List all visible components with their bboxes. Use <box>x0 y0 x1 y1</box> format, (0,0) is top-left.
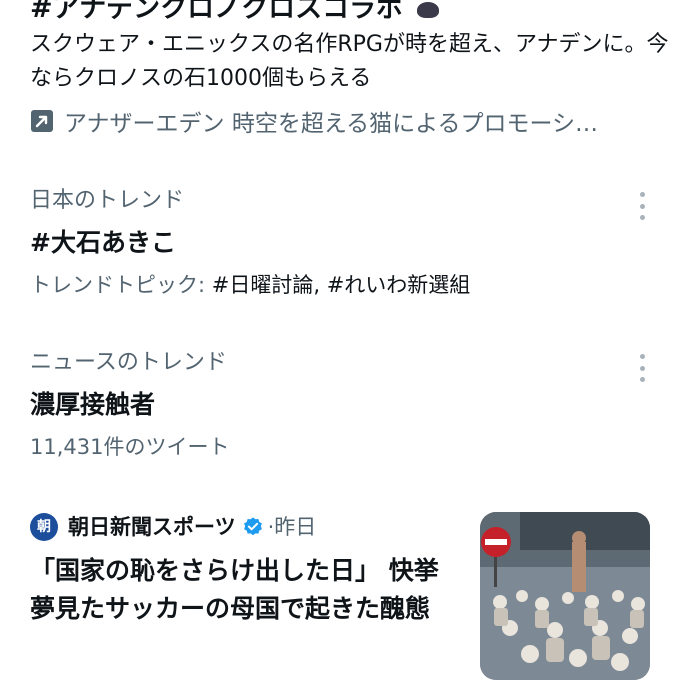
cat-emoji-icon <box>416 1 439 18</box>
promoted-by-line[interactable]: アナザーエデン 時空を超える猫によるプロモーシ… <box>30 104 598 138</box>
trend-topics: トレンドトピック: #日曜討論, #れいわ新選組 <box>30 270 660 300</box>
more-options-icon[interactable] <box>634 192 650 220</box>
promoted-trend-title[interactable]: #アナデンクロノクロスコラボ <box>30 0 439 25</box>
news-separator: · <box>267 515 275 539</box>
verified-badge-icon <box>243 517 262 536</box>
trend-name[interactable]: #大石あきこ <box>30 224 660 262</box>
trend-context: ニュースのトレンド <box>30 350 227 375</box>
trend-name[interactable]: 濃厚接触者 <box>30 386 660 424</box>
promoted-trend-hashtag: #アナデンクロノクロスコラボ <box>30 0 404 24</box>
news-timestamp: 昨日 <box>274 515 317 539</box>
news-source-avatar[interactable]: 朝 <box>30 513 58 541</box>
news-thumbnail-image[interactable] <box>480 512 650 680</box>
news-source-name[interactable]: 朝日新聞スポーツ <box>68 512 236 542</box>
promoted-trend-description: スクウェア・エニックスの名作RPGが時を超え、アナデンに。今ならクロノスの石10… <box>30 32 669 91</box>
promoted-arrow-icon <box>31 110 53 132</box>
trend-item[interactable]: 日本のトレンド #大石あきこ トレンドトピック: #日曜討論, #れいわ新選組 <box>30 186 660 300</box>
trend-tweet-count: 11,431件のツイート <box>30 435 230 459</box>
promoted-by-text: アナザーエデン 時空を超える猫によるプロモーシ… <box>64 111 599 137</box>
more-options-icon[interactable] <box>634 354 650 382</box>
news-item[interactable]: 朝 朝日新聞スポーツ · 昨日 「国家の恥をさらけ出した日」 快挙夢見たサッカー… <box>30 512 660 680</box>
trend-item[interactable]: ニュースのトレンド 濃厚接触者 11,431件のツイート <box>30 348 660 462</box>
trend-topics-values[interactable]: #日曜討論, #れいわ新選組 <box>212 273 471 297</box>
news-headline[interactable]: 「国家の恥をさらけ出した日」 快挙夢見たサッカーの母国で起きた醜態 <box>30 552 460 628</box>
trend-context: 日本のトレンド <box>30 188 185 213</box>
trend-topics-label: トレンドトピック: <box>30 273 212 297</box>
news-thumbnail-graphic <box>480 512 650 680</box>
